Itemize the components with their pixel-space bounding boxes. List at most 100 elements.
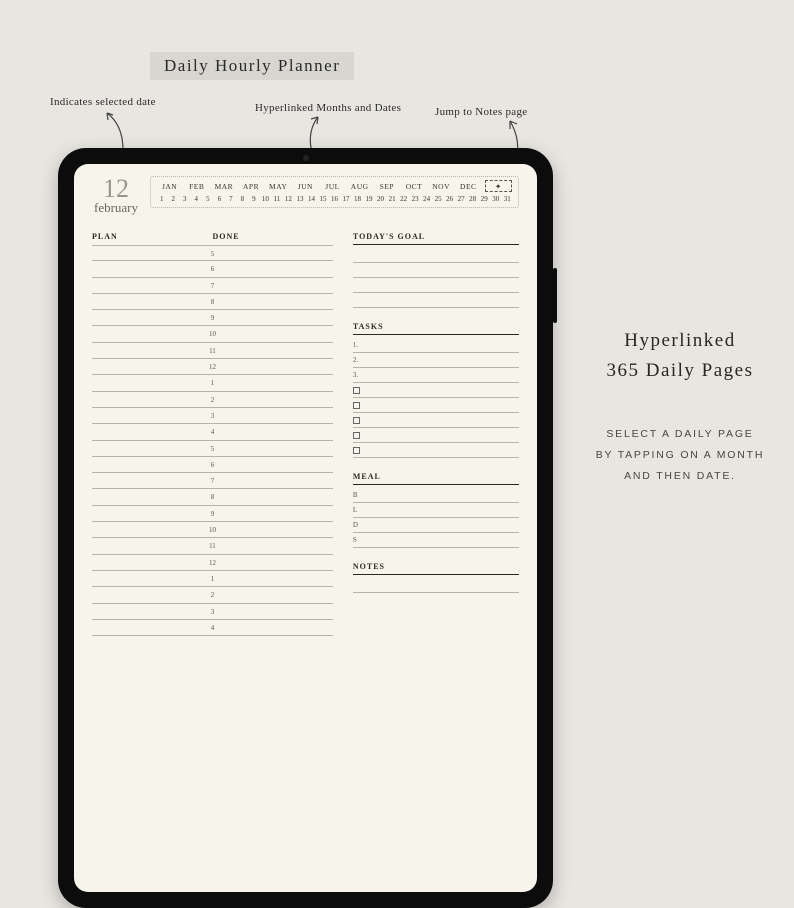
- checkbox-icon[interactable]: [353, 417, 360, 424]
- hour-row[interactable]: 5: [92, 441, 333, 457]
- date-link-24[interactable]: 24: [422, 195, 432, 203]
- date-link-27[interactable]: 27: [456, 195, 466, 203]
- goal-line[interactable]: [353, 293, 519, 308]
- task-line[interactable]: 3.: [353, 368, 519, 383]
- hour-row[interactable]: 2: [92, 392, 333, 408]
- hour-row[interactable]: 6: [92, 457, 333, 473]
- hour-row[interactable]: 10: [92, 326, 333, 342]
- date-link-21[interactable]: 21: [387, 195, 397, 203]
- date-link-22[interactable]: 22: [399, 195, 409, 203]
- hour-row[interactable]: 3: [92, 408, 333, 424]
- meal-line-d[interactable]: D: [353, 518, 519, 533]
- hour-label: 6: [92, 457, 333, 473]
- month-link-may[interactable]: MAY: [266, 182, 291, 191]
- hour-row[interactable]: 6: [92, 261, 333, 277]
- hour-label: 11: [92, 343, 333, 359]
- goal-line[interactable]: [353, 248, 519, 263]
- hour-label: 7: [92, 278, 333, 294]
- checkbox-icon[interactable]: [353, 387, 360, 394]
- selected-date[interactable]: 12 february: [92, 176, 140, 216]
- date-link-11[interactable]: 11: [272, 195, 282, 203]
- date-link-17[interactable]: 17: [341, 195, 351, 203]
- month-link-mar[interactable]: MAR: [211, 182, 236, 191]
- date-link-2[interactable]: 2: [169, 195, 179, 203]
- date-link-7[interactable]: 7: [226, 195, 236, 203]
- hour-row[interactable]: 2: [92, 587, 333, 603]
- month-link-nov[interactable]: NOV: [429, 182, 454, 191]
- hour-row[interactable]: 3: [92, 604, 333, 620]
- right-column: TODAY'S GOAL TASKS 1.2.3. MEAL BLDS NOTE…: [353, 232, 519, 636]
- task-checkbox-line[interactable]: [353, 413, 519, 428]
- date-link-3[interactable]: 3: [180, 195, 190, 203]
- month-link-aug[interactable]: AUG: [347, 182, 372, 191]
- date-link-12[interactable]: 12: [284, 195, 294, 203]
- date-link-16[interactable]: 16: [330, 195, 340, 203]
- month-link-oct[interactable]: OCT: [401, 182, 426, 191]
- hour-row[interactable]: 7: [92, 473, 333, 489]
- hour-row[interactable]: 5: [92, 245, 333, 261]
- hour-row[interactable]: 10: [92, 522, 333, 538]
- notes-header: NOTES: [353, 562, 519, 575]
- page-title: Daily Hourly Planner: [150, 52, 354, 80]
- date-link-10[interactable]: 10: [261, 195, 271, 203]
- meal-line-b[interactable]: B: [353, 488, 519, 503]
- date-link-15[interactable]: 15: [318, 195, 328, 203]
- date-link-6[interactable]: 6: [215, 195, 225, 203]
- date-link-31[interactable]: 31: [502, 195, 512, 203]
- date-link-18[interactable]: 18: [353, 195, 363, 203]
- task-line[interactable]: 1.: [353, 338, 519, 353]
- date-link-19[interactable]: 19: [364, 195, 374, 203]
- date-link-20[interactable]: 20: [376, 195, 386, 203]
- month-link-dec[interactable]: DEC: [456, 182, 481, 191]
- task-line[interactable]: 2.: [353, 353, 519, 368]
- hour-row[interactable]: 8: [92, 294, 333, 310]
- task-checkbox-line[interactable]: [353, 383, 519, 398]
- task-checkbox-line[interactable]: [353, 443, 519, 458]
- hour-row[interactable]: 11: [92, 343, 333, 359]
- meal-line-l[interactable]: L: [353, 503, 519, 518]
- hour-row[interactable]: 1: [92, 375, 333, 391]
- hour-row[interactable]: 12: [92, 359, 333, 375]
- task-checkbox-line[interactable]: [353, 428, 519, 443]
- notes-line[interactable]: [353, 578, 519, 593]
- date-link-30[interactable]: 30: [491, 195, 501, 203]
- date-link-4[interactable]: 4: [192, 195, 202, 203]
- date-link-25[interactable]: 25: [433, 195, 443, 203]
- month-link-jul[interactable]: JUL: [320, 182, 345, 191]
- hour-row[interactable]: 11: [92, 538, 333, 554]
- month-link-feb[interactable]: FEB: [184, 182, 209, 191]
- hour-row[interactable]: 4: [92, 620, 333, 636]
- hour-row[interactable]: 9: [92, 310, 333, 326]
- checkbox-icon[interactable]: [353, 432, 360, 439]
- hour-row[interactable]: 8: [92, 489, 333, 505]
- goal-line[interactable]: [353, 278, 519, 293]
- date-link-26[interactable]: 26: [445, 195, 455, 203]
- hour-row[interactable]: 12: [92, 555, 333, 571]
- month-link-apr[interactable]: APR: [238, 182, 263, 191]
- hour-row[interactable]: 1: [92, 571, 333, 587]
- date-link-29[interactable]: 29: [479, 195, 489, 203]
- goal-line[interactable]: [353, 263, 519, 278]
- date-link-5[interactable]: 5: [203, 195, 213, 203]
- hour-label: 11: [92, 538, 333, 554]
- hour-row[interactable]: 9: [92, 506, 333, 522]
- date-link-9[interactable]: 9: [249, 195, 259, 203]
- date-link-1[interactable]: 1: [157, 195, 167, 203]
- task-checkbox-line[interactable]: [353, 398, 519, 413]
- hour-label: 8: [92, 489, 333, 505]
- hour-row[interactable]: 4: [92, 424, 333, 440]
- hour-row[interactable]: 7: [92, 278, 333, 294]
- hour-label: 2: [92, 587, 333, 603]
- month-link-sep[interactable]: SEP: [374, 182, 399, 191]
- date-link-23[interactable]: 23: [410, 195, 420, 203]
- month-link-jan[interactable]: JAN: [157, 182, 182, 191]
- date-link-14[interactable]: 14: [307, 195, 317, 203]
- checkbox-icon[interactable]: [353, 402, 360, 409]
- meal-line-s[interactable]: S: [353, 533, 519, 548]
- checkbox-icon[interactable]: [353, 447, 360, 454]
- month-link-jun[interactable]: JUN: [293, 182, 318, 191]
- date-link-8[interactable]: 8: [238, 195, 248, 203]
- date-link-28[interactable]: 28: [468, 195, 478, 203]
- jump-to-notes-button[interactable]: ✦: [485, 180, 512, 192]
- date-link-13[interactable]: 13: [295, 195, 305, 203]
